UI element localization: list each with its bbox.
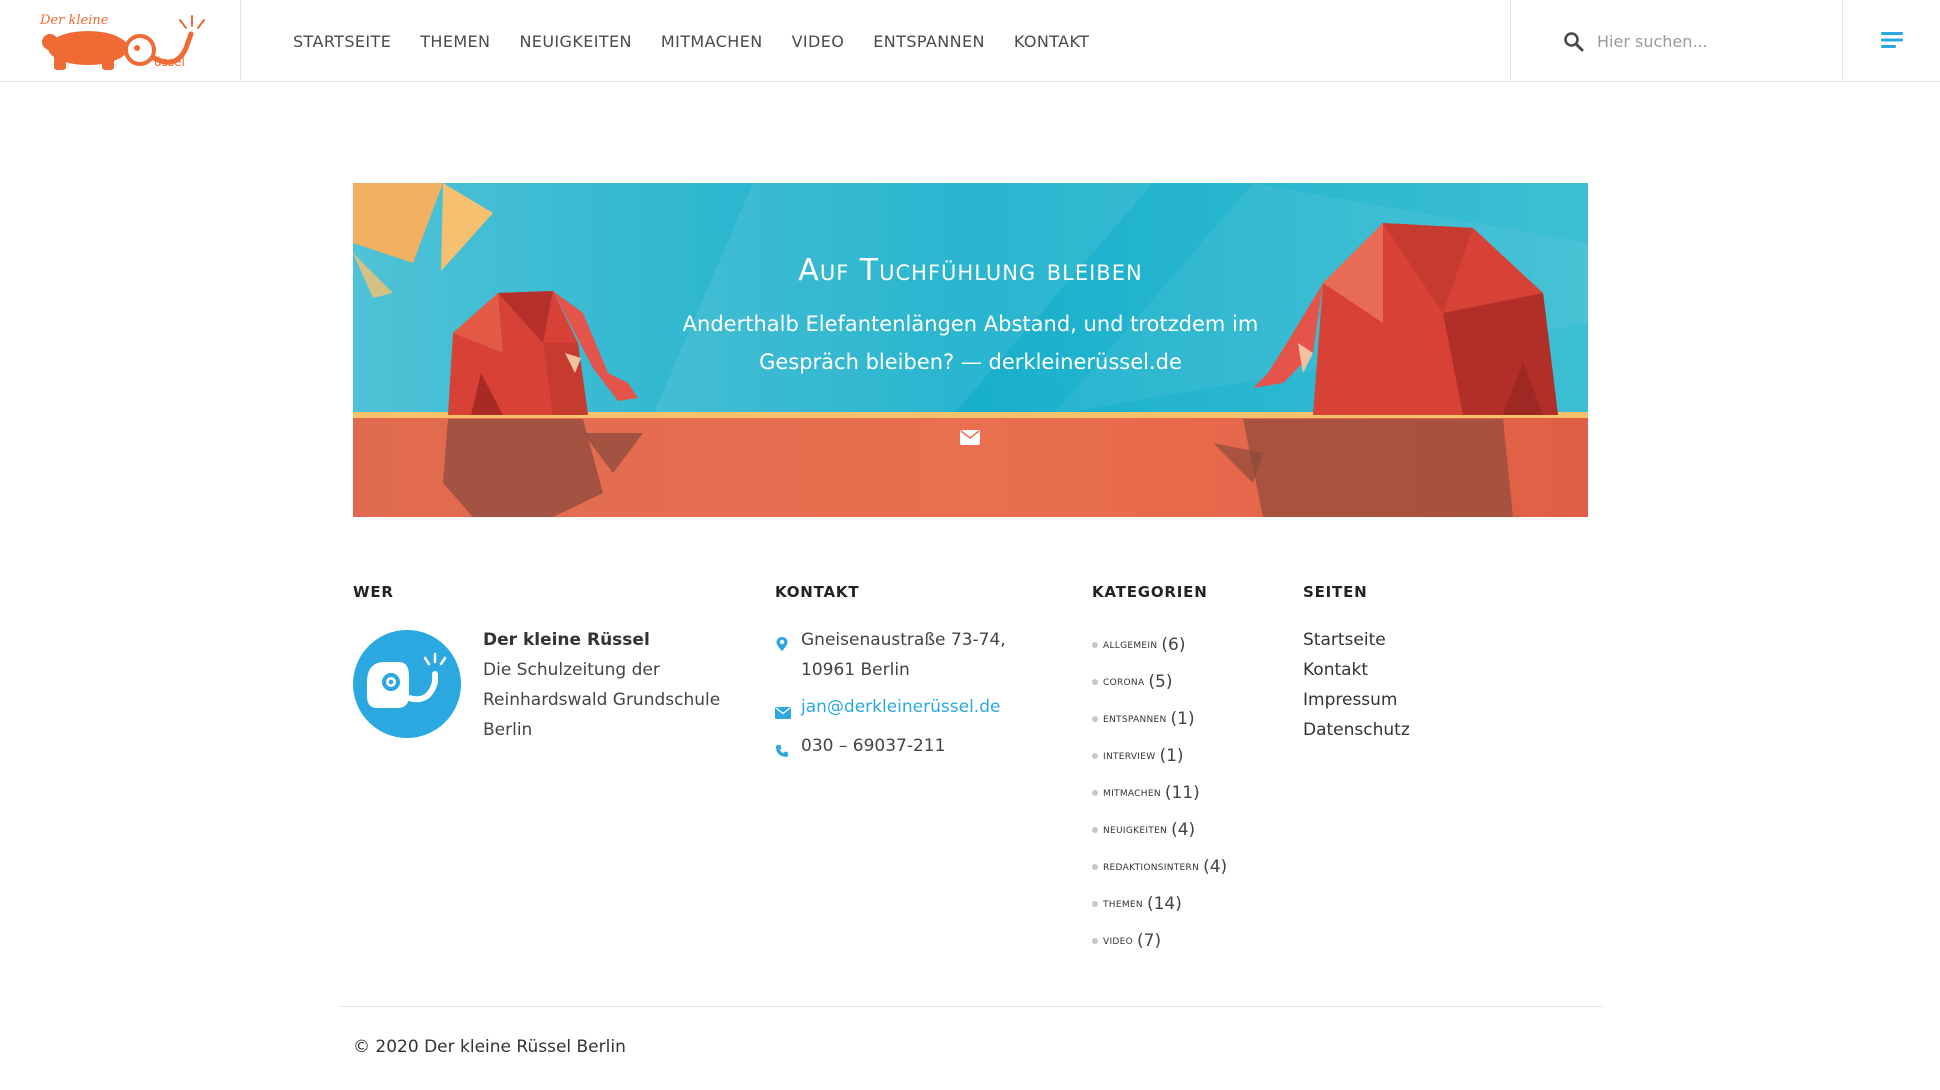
pages-list: Startseite Kontakt Impressum Datenschutz: [1303, 625, 1410, 745]
phone-icon: [776, 745, 788, 757]
contact-email-link[interactable]: jan@derkleinerüssel.de: [801, 697, 1000, 717]
banner-title: Auf Tuchfühlung bleiben: [798, 253, 1143, 288]
category-item-corona[interactable]: CORONA (5): [1092, 663, 1227, 700]
category-item-themen[interactable]: THEMEN (14): [1092, 885, 1227, 922]
nav-kontakt[interactable]: KONTAKT: [1014, 32, 1089, 51]
category-name: REDAKTIONSINTERN: [1103, 859, 1200, 874]
category-name: ALLGEMEIN: [1103, 637, 1158, 652]
contact-email: jan@derkleinerüssel.de: [775, 692, 1021, 729]
category-count: (5): [1148, 671, 1173, 692]
bullet-icon: [1092, 863, 1098, 870]
contact-address-text: Gneisenaustraße 73-74, 10961 Berlin: [801, 630, 1006, 680]
category-count: (1): [1159, 745, 1184, 766]
category-item-entspannen[interactable]: ENTSPANNEN (1): [1092, 700, 1227, 737]
category-list: ALLGEMEIN (6) CORONA (5) ENTSPANNEN (1) INT…: [1092, 626, 1227, 959]
category-count: (4): [1203, 856, 1228, 877]
envelope-icon[interactable]: [960, 430, 980, 445]
category-item-allgemein[interactable]: ALLGEMEIN (6): [1092, 626, 1227, 663]
hamburger-menu-icon: [1881, 32, 1903, 48]
nav-entspannen[interactable]: ENTSPANNEN: [873, 32, 985, 51]
svg-text:üssel: üssel: [154, 55, 185, 69]
wer-subtitle: Die Schulzeitung der Reinhardswald Grund…: [483, 660, 721, 740]
nav-themen[interactable]: THEMEN: [420, 32, 490, 51]
category-count: (14): [1146, 893, 1182, 914]
contact-address: Gneisenaustraße 73-74, 10961 Berlin: [775, 625, 1021, 685]
category-count: (4): [1171, 819, 1196, 840]
main-nav: STARTSEITE THEMEN NEUIGKEITEN MITMACHEN …: [293, 0, 1118, 82]
footer-divider: [338, 1006, 1603, 1007]
wer-name: Der kleine Rüssel: [483, 630, 650, 650]
footer-title-kategorien: KATEGORIEN: [1092, 583, 1208, 601]
category-item-neuigkeiten[interactable]: NEUIGKEITEN (4): [1092, 811, 1227, 848]
bullet-icon: [1092, 900, 1098, 907]
email-icon: [775, 707, 791, 719]
category-item-mitmachen[interactable]: MITMACHEN (11): [1092, 774, 1227, 811]
bullet-icon: [1092, 937, 1098, 944]
page-link-datenschutz[interactable]: Datenschutz: [1303, 715, 1410, 745]
map-pin-icon: [776, 637, 788, 651]
category-name: VIDEO: [1103, 933, 1134, 948]
avatar: [353, 630, 461, 738]
category-count: (11): [1164, 782, 1200, 803]
site-logo: Der kleine üssel: [39, 13, 205, 70]
bullet-icon: [1092, 789, 1098, 796]
logo-link[interactable]: Der kleine üssel: [0, 0, 241, 82]
page-link-startseite[interactable]: Startseite: [1303, 625, 1410, 655]
category-count: (7): [1137, 930, 1162, 951]
category-name: THEMEN: [1103, 896, 1143, 911]
search-input[interactable]: [1597, 26, 1817, 56]
copyright-text: © 2020 Der kleine Rüssel Berlin: [353, 1037, 626, 1057]
nav-neuigkeiten[interactable]: NEUIGKEITEN: [519, 32, 631, 51]
category-name: CORONA: [1103, 674, 1145, 689]
category-count: (6): [1161, 634, 1186, 655]
menu-toggle[interactable]: [1843, 0, 1940, 82]
contact-phone-text: 030 – 69037-211: [801, 736, 946, 756]
bullet-icon: [1092, 826, 1098, 833]
site-header: Der kleine üssel STARTSEITE THEMEN NEUIG…: [0, 0, 1940, 82]
nav-mitmachen[interactable]: MITMACHEN: [661, 32, 763, 51]
page-link-kontakt[interactable]: Kontakt: [1303, 655, 1410, 685]
banner-subtitle: Anderthalb Elefantenlängen Abstand, und …: [682, 312, 1259, 374]
bullet-icon: [1092, 678, 1098, 685]
bullet-icon: [1092, 715, 1098, 722]
category-item-redaktionsintern[interactable]: REDAKTIONSINTERN (4): [1092, 848, 1227, 885]
footer-title-kontakt: KONTAKT: [775, 583, 860, 601]
nav-video[interactable]: VIDEO: [792, 32, 845, 51]
nav-startseite[interactable]: STARTSEITE: [293, 32, 391, 51]
category-name: ENTSPANNEN: [1103, 711, 1167, 726]
category-name: NEUIGKEITEN: [1103, 822, 1168, 837]
footer-title-wer: WER: [353, 583, 394, 601]
category-count: (1): [1170, 708, 1195, 729]
category-item-interview[interactable]: INTERVIEW (1): [1092, 737, 1227, 774]
bullet-icon: [1092, 641, 1098, 648]
page-link-impressum[interactable]: Impressum: [1303, 685, 1410, 715]
category-name: MITMACHEN: [1103, 785, 1161, 800]
bullet-icon: [1092, 752, 1098, 759]
category-item-video[interactable]: VIDEO (7): [1092, 922, 1227, 959]
search-icon[interactable]: [1563, 31, 1584, 52]
footer-title-seiten: SEITEN: [1303, 583, 1368, 601]
hero-banner: Auf Tuchfühlung bleiben Anderthalb Elefa…: [353, 183, 1588, 517]
category-name: INTERVIEW: [1103, 748, 1156, 763]
search-box: [1510, 0, 1843, 82]
elephant-logo-icon: [367, 652, 447, 708]
svg-text:Der kleine: Der kleine: [39, 13, 109, 28]
wer-description: Der kleine Rüssel Die Schulzeitung der R…: [483, 625, 723, 745]
contact-phone: 030 – 69037-211: [775, 731, 1021, 768]
